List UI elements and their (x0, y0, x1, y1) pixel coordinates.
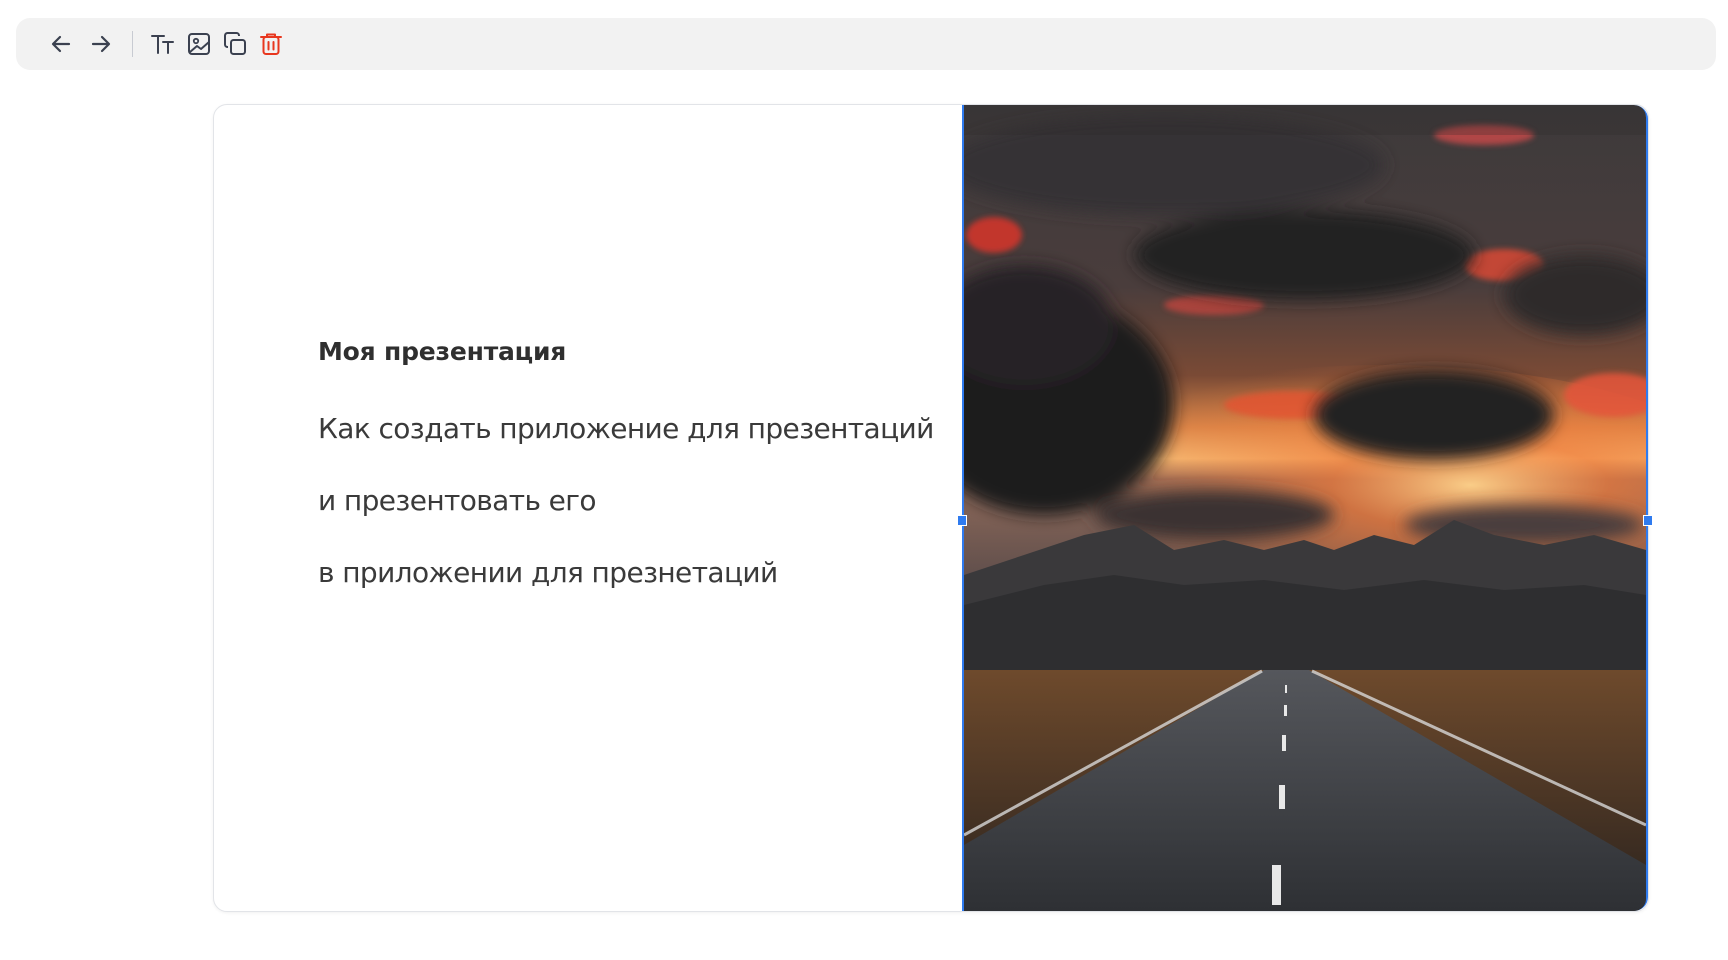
arrow-right-icon (91, 35, 111, 53)
arrow-left-icon (51, 35, 71, 53)
slide-text-block[interactable]: Моя презентация Как создать приложение д… (318, 337, 958, 627)
image-icon (188, 33, 210, 55)
slide-image[interactable] (957, 105, 1653, 911)
slide-text-line-2[interactable]: и презентовать его (318, 483, 958, 519)
text-size-icon (151, 35, 174, 54)
redo-button[interactable] (86, 29, 116, 59)
slide-text-line-3[interactable]: в приложении для презнетаций (318, 555, 958, 591)
delete-button[interactable] (256, 29, 286, 59)
resize-handle-left[interactable] (957, 515, 967, 526)
road-sunset-image (964, 105, 1646, 911)
copy-icon (224, 32, 246, 55)
slide-canvas[interactable]: Моя презентация Как создать приложение д… (213, 104, 1653, 912)
undo-button[interactable] (46, 29, 76, 59)
trash-icon (260, 33, 282, 55)
resize-handle-right[interactable] (1643, 515, 1653, 526)
toolbar-divider (132, 31, 133, 57)
road-sunset-photo (964, 105, 1646, 911)
add-image-button[interactable] (184, 29, 214, 59)
add-text-button[interactable] (148, 29, 178, 59)
slide-title[interactable]: Моя презентация (318, 337, 958, 367)
duplicate-button[interactable] (220, 29, 250, 59)
editor-toolbar (16, 18, 1716, 70)
slide-text-line-1[interactable]: Как создать приложение для презентаций (318, 411, 958, 447)
